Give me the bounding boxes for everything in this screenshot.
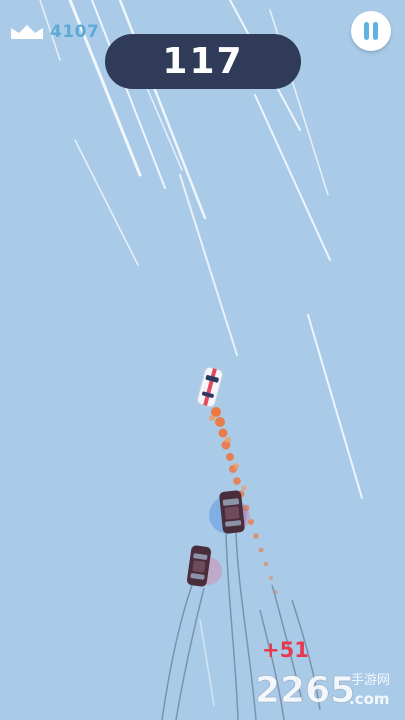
speed-line <box>199 619 215 706</box>
flame-particle <box>225 437 231 443</box>
flame-particle <box>253 533 259 539</box>
pause-icon <box>364 22 369 40</box>
flame-particle <box>218 428 228 438</box>
score-value: 117 <box>162 41 244 82</box>
flame-particle <box>263 561 269 567</box>
game-scene <box>39 0 363 720</box>
flame-particle <box>215 417 225 427</box>
flame-particle <box>226 453 234 461</box>
flame-particle <box>274 590 278 594</box>
flame-particle <box>269 576 273 580</box>
svg-text:2265: 2265 <box>255 670 355 711</box>
speed-line <box>254 94 331 261</box>
speed-line <box>118 0 207 220</box>
flame-particle <box>233 463 239 469</box>
player-car[interactable] <box>196 366 223 408</box>
pause-button[interactable] <box>351 11 391 51</box>
speed-line <box>179 174 238 356</box>
police-car-roof <box>192 560 206 573</box>
flame-particle <box>233 477 241 485</box>
speed-line <box>91 0 166 189</box>
skid-mark <box>225 533 239 720</box>
skid-mark <box>175 587 205 720</box>
skid-mark <box>161 584 193 720</box>
flame-particle <box>241 485 247 491</box>
police-car <box>186 545 222 587</box>
game-screen[interactable]: 4107 117 +51 2265 手游网 .com <box>0 0 405 720</box>
svg-text:.com: .com <box>349 690 390 708</box>
police-car-roof <box>224 506 240 520</box>
best-score: 4107 <box>10 22 99 42</box>
pause-icon-bar <box>373 22 378 40</box>
crown-icon <box>11 25 43 39</box>
bonus-popup: +51 <box>262 638 309 662</box>
svg-text:手游网: 手游网 <box>351 673 390 688</box>
flame-particle <box>209 415 215 421</box>
speed-line <box>307 314 363 499</box>
watermark-logo: 2265 手游网 .com <box>255 670 390 712</box>
police-car <box>209 490 250 534</box>
speed-line <box>74 139 139 266</box>
best-score-value: 4107 <box>50 22 100 42</box>
score-display: 117 <box>105 34 301 89</box>
flame-particle <box>258 547 264 553</box>
